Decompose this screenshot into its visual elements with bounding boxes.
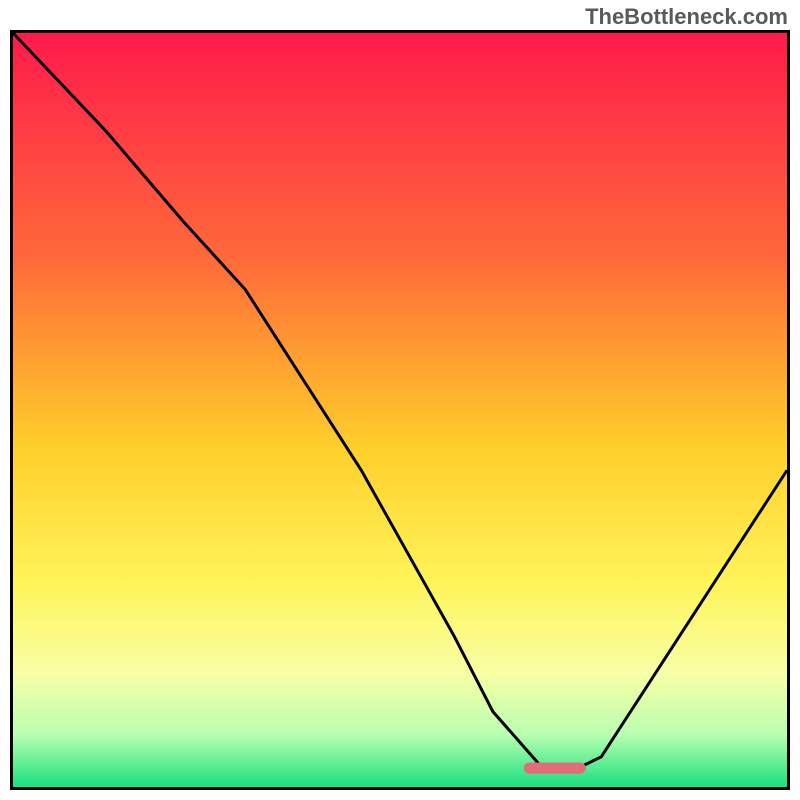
chart-svg [13, 33, 787, 787]
chart-background [13, 33, 787, 787]
optimal-marker [524, 763, 586, 774]
watermark-text: TheBottleneck.com [585, 4, 788, 30]
chart-frame [10, 30, 790, 790]
